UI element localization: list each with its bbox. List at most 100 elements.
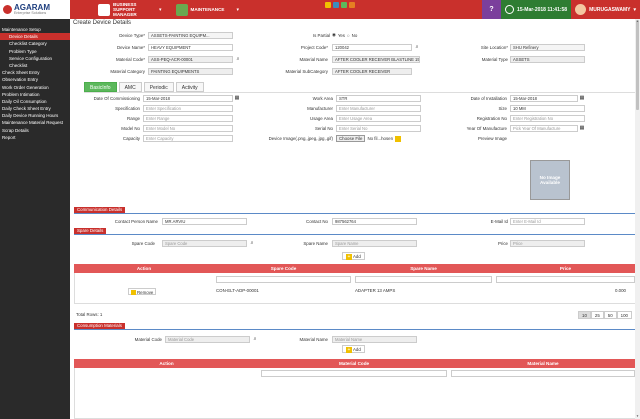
scroll-down-icon[interactable]: ▼: [635, 414, 640, 419]
sidebar-item-problem-intimation[interactable]: Problem Intimation: [0, 91, 70, 98]
spare-row-code: CON-ELT-ADP-00001: [216, 288, 259, 293]
consumption-col-code[interactable]: Material Code: [259, 359, 449, 368]
contact-person-field[interactable]: MR.ARVIU: [162, 218, 247, 225]
scroll-up-icon[interactable]: ▲: [635, 19, 640, 24]
material-name-label-2: Material Name: [299, 337, 328, 342]
add-consumption-button[interactable]: + Add: [342, 345, 365, 353]
page-size-10[interactable]: 10: [578, 311, 591, 319]
sidebar-item-daily-oil-consumption[interactable]: Daily Oil Consumption: [0, 98, 70, 105]
specification-field[interactable]: Enter Specification: [143, 105, 233, 112]
logo[interactable]: AGARAM Enterprise Solutions: [0, 0, 70, 19]
spare-name-field[interactable]: Spare Name: [332, 240, 417, 247]
search-icon[interactable]: ⌕: [252, 336, 258, 342]
email-field[interactable]: Enter E-Mail Id: [510, 218, 585, 225]
chart-icon[interactable]: [341, 2, 347, 8]
yom-field[interactable]: Pick Year Of Manufacture: [510, 125, 578, 132]
sidebar-item-checklist-category[interactable]: Checklist Category: [0, 40, 70, 47]
registration-field[interactable]: Enter Registration No: [510, 115, 585, 122]
device-type-select[interactable]: ASSETS-PAINTING EQUIPM...: [148, 32, 233, 39]
sidebar-item-check-sheet-entry[interactable]: Check Sheet Entry: [0, 69, 70, 76]
spare-col-code[interactable]: Spare Code: [214, 264, 353, 273]
consumption-table: [74, 359, 637, 419]
consumption-code-filter[interactable]: [261, 370, 447, 377]
spare-col-price[interactable]: Price: [494, 264, 637, 273]
consumption-material-code-field[interactable]: Material Code: [165, 336, 250, 343]
user-menu[interactable]: MURUGASWAMY ▾: [571, 0, 640, 19]
module-label-maintenance: MAINTENANCE: [190, 6, 225, 12]
sidebar-item-device-details[interactable]: Device Details: [0, 33, 70, 41]
home-icon[interactable]: [325, 2, 331, 8]
calendar-icon[interactable]: ▦: [234, 95, 240, 101]
spare-code-filter[interactable]: [216, 276, 351, 283]
search-icon[interactable]: ⌕: [249, 240, 255, 246]
tab-periodic[interactable]: Periodic: [143, 82, 174, 92]
caret-down-icon: ▾: [236, 6, 240, 13]
doi-field[interactable]: 15-Mar-2018: [510, 95, 578, 102]
tab-amc[interactable]: AMC: [118, 82, 142, 92]
consumption-material-name-field[interactable]: Material Name: [332, 336, 417, 343]
consumption-col-name[interactable]: Material Name: [449, 359, 637, 368]
spare-name-filter[interactable]: [355, 276, 492, 283]
choose-file-button[interactable]: Choose File: [336, 135, 366, 142]
doc-field[interactable]: 15-Mar-2018: [143, 95, 233, 102]
range-field[interactable]: Enter Range: [143, 115, 233, 122]
radio-yes[interactable]: ◉: [332, 32, 336, 38]
remove-button[interactable]: Remove: [128, 288, 157, 296]
sidebar-item-observation-entry[interactable]: Observation Entry: [0, 76, 70, 83]
page-size-100[interactable]: 100: [616, 311, 632, 319]
radio-no-label: No: [351, 32, 358, 38]
consumption-name-filter[interactable]: [451, 370, 635, 377]
spare-price-filter[interactable]: [496, 276, 635, 283]
capacity-field[interactable]: Enter Capacity: [143, 135, 233, 142]
price-field[interactable]: Price: [510, 240, 585, 247]
search-icon[interactable]: ⌕: [235, 56, 241, 62]
sidebar-item-maintenance-material-request[interactable]: Maintenance Material Request: [0, 119, 70, 126]
add-spare-button[interactable]: + Add: [342, 252, 365, 260]
upload-icon[interactable]: [395, 135, 402, 142]
material-code-label-2: Material Code: [134, 337, 162, 342]
people-icon[interactable]: [349, 2, 355, 8]
work-area-field[interactable]: STR: [336, 95, 421, 102]
sidebar-item-service-configuration[interactable]: Service Configuration: [0, 55, 70, 62]
spare-code-field[interactable]: Spare Code: [162, 240, 247, 247]
sidebar-item-daily-check-sheet-entry[interactable]: Daily Check Sheet Entry: [0, 105, 70, 112]
tab-basicinfo[interactable]: BasicInfo: [84, 82, 117, 92]
serial-no-field[interactable]: Enter Serial No: [336, 125, 421, 132]
page-size-50[interactable]: 50: [603, 311, 617, 319]
usage-area-field[interactable]: Enter Usage Area: [336, 115, 421, 122]
page-size-25[interactable]: 25: [590, 311, 604, 319]
material-code-field[interactable]: ASS-PEQ-ACR-00001: [148, 56, 233, 63]
calendar-icon[interactable]: ▦: [579, 125, 585, 131]
sidebar-item-problem-type[interactable]: Problem Type: [0, 48, 70, 55]
size-field[interactable]: 10 MM: [510, 105, 585, 112]
grid-icon[interactable]: [333, 2, 339, 8]
sidebar-item-scrap-details[interactable]: Scrap Details: [0, 127, 70, 134]
calendar-icon[interactable]: ▦: [579, 95, 585, 101]
model-no-field[interactable]: Enter Model No: [143, 125, 233, 132]
site-location-select[interactable]: SHU Refinery: [510, 44, 585, 51]
project-code-field[interactable]: 120042: [332, 44, 412, 51]
tab-activity[interactable]: Activity: [175, 82, 204, 92]
spare-col-action[interactable]: Action: [74, 264, 214, 273]
spare-divider: [74, 234, 637, 235]
sidebar-item-daily-device-running-hours[interactable]: Daily Device Running Hours: [0, 112, 70, 119]
size-label: Size: [498, 106, 507, 111]
help-button[interactable]: ?: [482, 0, 502, 19]
scrollbar-thumb[interactable]: [636, 20, 639, 110]
consumption-col-action[interactable]: Action: [74, 359, 259, 368]
sidebar-item-checklist[interactable]: Checklist: [0, 62, 70, 69]
sidebar-item-maintenance-setup[interactable]: Maintenance Setup: [0, 26, 70, 33]
spare-col-name[interactable]: Spare Name: [353, 264, 494, 273]
contact-no-field[interactable]: 987562764: [332, 218, 417, 225]
no-image-placeholder: No Image Available: [530, 160, 570, 200]
brand-tagline: Enterprise Solutions: [14, 10, 47, 15]
radio-no[interactable]: ○: [347, 33, 350, 38]
device-name-field[interactable]: HEAVY EQUIPMENT: [148, 44, 233, 51]
sidebar-item-report[interactable]: Report: [0, 134, 70, 141]
search-icon[interactable]: ⌕: [414, 44, 420, 50]
capacity-label: Capacity: [122, 136, 140, 141]
business-support-module[interactable]: BUSINESS SUPPORT MANAGER ▾: [98, 0, 162, 19]
manufacturer-field[interactable]: Enter Manufacturer: [336, 105, 421, 112]
maintenance-module[interactable]: MAINTENANCE ▾: [175, 0, 240, 19]
sidebar-item-work-order-generation[interactable]: Work Order Generation: [0, 84, 70, 91]
